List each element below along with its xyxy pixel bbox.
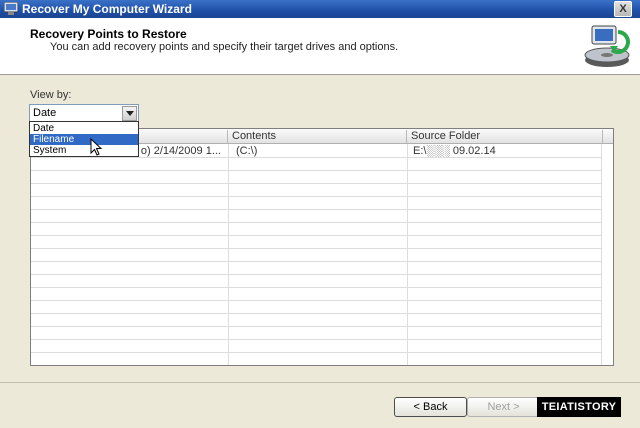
column-header-filler — [603, 130, 613, 143]
row-divider — [31, 209, 601, 210]
row-divider — [31, 183, 601, 184]
view-by-selected-value: Date — [33, 107, 57, 119]
recovery-point-contents: (C:\) — [236, 145, 258, 157]
row-divider — [31, 287, 601, 288]
wizard-header: Recovery Points to Restore You can add r… — [0, 18, 640, 75]
mouse-cursor-icon — [90, 138, 103, 156]
view-by-dropdown-list[interactable]: Date Filename System — [29, 121, 139, 157]
view-by-label: View by: — [30, 89, 72, 101]
back-button[interactable]: < Back — [394, 397, 467, 417]
recovery-point-source-folder: E:\░░░ 09.02.14 — [413, 145, 496, 157]
row-divider — [31, 274, 601, 275]
row-divider — [31, 157, 601, 158]
row-divider — [31, 300, 601, 301]
next-button[interactable]: Next > — [467, 397, 540, 417]
chevron-down-icon — [126, 111, 134, 116]
row-divider — [31, 170, 601, 171]
page-title: Recovery Points to Restore — [30, 27, 187, 41]
column-divider — [407, 144, 408, 365]
row-divider — [31, 196, 601, 197]
window-title: Recover My Computer Wizard — [22, 2, 192, 16]
table-body: o) 2/14/2009 1... (C:\) E:\░░░ 09.02.14 — [31, 144, 613, 365]
title-bar: Recover My Computer Wizard X — [0, 0, 640, 18]
row-divider — [31, 235, 601, 236]
watermark-label: TEIATISTORY — [537, 397, 621, 417]
row-divider — [31, 339, 601, 340]
column-divider — [601, 144, 602, 365]
column-header-contents[interactable]: Contents — [228, 130, 407, 143]
row-divider — [31, 222, 601, 223]
dropdown-option-filename[interactable]: Filename — [30, 134, 138, 145]
page-subtitle: You can add recovery points and specify … — [50, 41, 399, 53]
recovery-points-table[interactable]: Contents Source Folder o) 2/14/2009 1...… — [30, 128, 614, 366]
combo-dropdown-button[interactable] — [122, 106, 137, 121]
row-divider — [31, 352, 601, 353]
column-divider — [228, 144, 229, 365]
row-divider — [31, 313, 601, 314]
row-divider — [31, 326, 601, 327]
dropdown-option-system[interactable]: System — [30, 145, 138, 156]
close-button[interactable]: X — [614, 1, 632, 17]
app-icon — [4, 2, 18, 15]
row-divider — [31, 248, 601, 249]
column-header-source-folder[interactable]: Source Folder — [407, 130, 603, 143]
dropdown-option-date[interactable]: Date — [30, 123, 138, 134]
row-divider — [31, 261, 601, 262]
recovery-disk-icon — [584, 25, 630, 67]
